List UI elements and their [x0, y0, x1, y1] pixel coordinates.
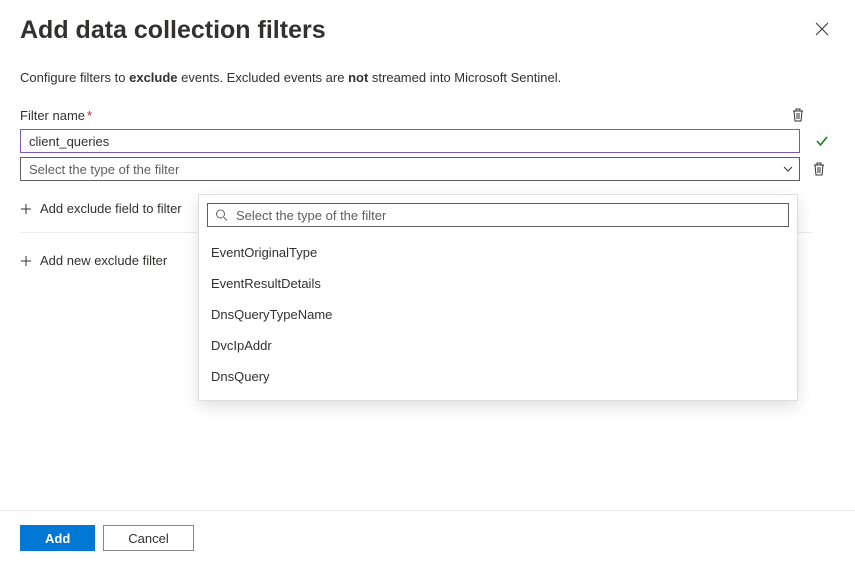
add-button[interactable]: Add [20, 525, 95, 551]
cancel-button[interactable]: Cancel [103, 525, 193, 551]
panel-title: Add data collection filters [20, 16, 326, 45]
filter-type-dropdown: EventOriginalType EventResultDetails Dns… [198, 194, 798, 401]
filter-type-select[interactable]: Select the type of the filter [20, 157, 800, 181]
dropdown-option[interactable]: DnsQueryTypeName [207, 299, 789, 330]
close-button[interactable] [809, 16, 835, 42]
dropdown-search-input[interactable] [207, 203, 789, 227]
delete-type-button[interactable] [810, 159, 828, 179]
required-indicator: * [87, 108, 92, 123]
trash-icon [791, 107, 805, 123]
dropdown-option[interactable]: DvcIpAddr [207, 330, 789, 361]
dropdown-option[interactable]: DnsQuery [207, 361, 789, 392]
description-text: Configure filters to exclude events. Exc… [20, 69, 835, 87]
dropdown-option[interactable]: EventResultDetails [207, 268, 789, 299]
filter-name-input[interactable] [20, 129, 800, 153]
add-exclude-field-label: Add exclude field to filter [40, 201, 182, 216]
plus-icon [20, 255, 32, 267]
add-new-exclude-filter-label: Add new exclude filter [40, 253, 167, 268]
footer: Add Cancel [0, 510, 855, 565]
close-icon [815, 22, 829, 36]
delete-filter-button[interactable] [789, 105, 807, 125]
dropdown-option[interactable]: EventOriginalType [207, 237, 789, 268]
filter-name-label: Filter name [20, 108, 85, 123]
checkmark-icon [815, 134, 829, 148]
trash-icon [812, 161, 826, 177]
plus-icon [20, 203, 32, 215]
search-icon [215, 209, 228, 222]
